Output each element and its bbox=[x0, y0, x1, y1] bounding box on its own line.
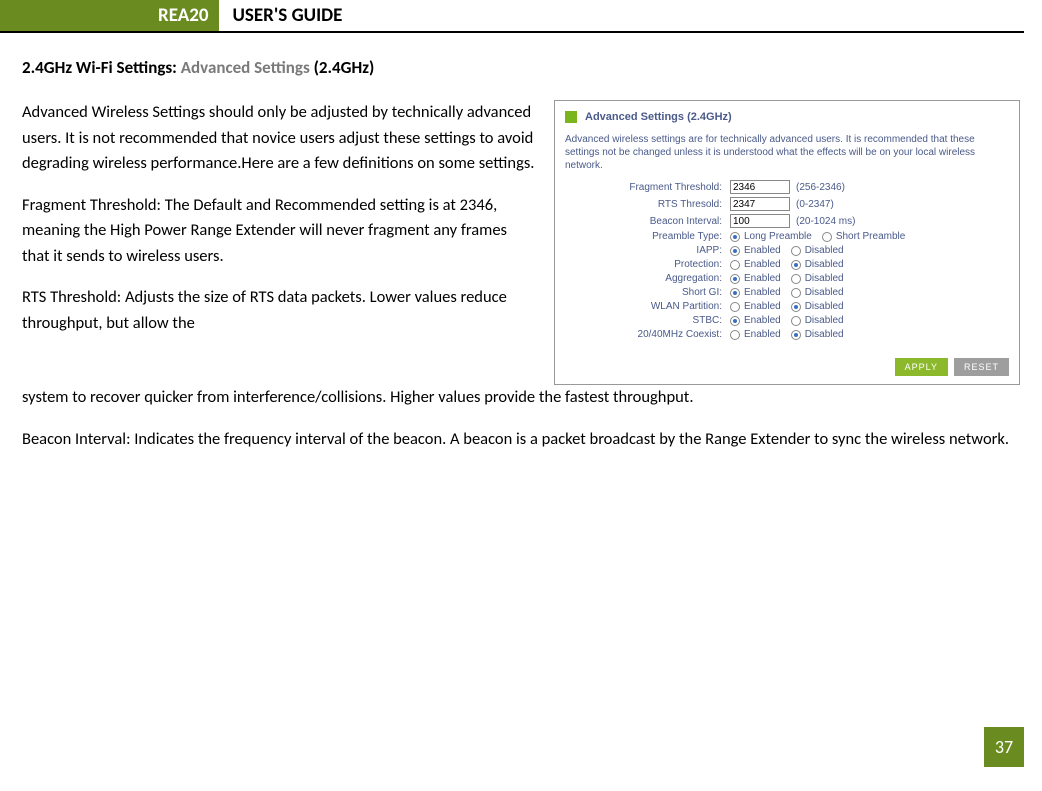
fragment-threshold-label: Fragment Threshold: bbox=[565, 182, 730, 193]
shortgi-enabled-text: Enabled bbox=[744, 287, 781, 298]
coexist-label: 20/40MHz Coexist: bbox=[565, 329, 730, 340]
protection-disabled-radio[interactable] bbox=[791, 260, 801, 270]
preamble-short-text: Short Preamble bbox=[836, 231, 905, 242]
iapp-disabled-text: Disabled bbox=[805, 245, 844, 256]
screenshot-description: Advanced wireless settings are for techn… bbox=[565, 133, 1009, 172]
stbc-label: STBC: bbox=[565, 315, 730, 326]
fragment-threshold-hint: (256-2346) bbox=[796, 182, 845, 193]
aggregation-enabled-radio[interactable] bbox=[730, 274, 740, 284]
paragraph-2: Fragment Threshold: The Default and Reco… bbox=[22, 193, 538, 270]
preamble-long-text: Long Preamble bbox=[744, 231, 812, 242]
protection-enabled-radio[interactable] bbox=[730, 260, 740, 270]
wlan-disabled-radio[interactable] bbox=[791, 302, 801, 312]
paragraph-3a: RTS Threshold: Adjusts the size of RTS d… bbox=[22, 285, 538, 336]
protection-disabled-text: Disabled bbox=[805, 259, 844, 270]
protection-label: Protection: bbox=[565, 259, 730, 270]
settings-form: Fragment Threshold: (256-2346) RTS Thres… bbox=[565, 180, 1009, 340]
preamble-type-label: Preamble Type: bbox=[565, 231, 730, 242]
coexist-enabled-radio[interactable] bbox=[730, 330, 740, 340]
section-suffix: (2.4GHz) bbox=[314, 57, 375, 78]
header-title: USER'S GUIDE bbox=[219, 0, 343, 31]
beacon-interval-hint: (20-1024 ms) bbox=[796, 216, 855, 227]
shortgi-disabled-text: Disabled bbox=[805, 287, 844, 298]
header-spacer bbox=[0, 0, 18, 31]
shortgi-enabled-radio[interactable] bbox=[730, 288, 740, 298]
stbc-disabled-radio[interactable] bbox=[791, 316, 801, 326]
section-heading: 2.4GHz Wi-Fi Settings: Advanced Settings… bbox=[22, 57, 1020, 78]
paragraph-1: Advanced Wireless Settings should only b… bbox=[22, 100, 538, 177]
header-badge: REA20 bbox=[18, 0, 219, 31]
beacon-interval-label: Beacon Interval: bbox=[565, 216, 730, 227]
wlan-enabled-text: Enabled bbox=[744, 301, 781, 312]
shortgi-label: Short GI: bbox=[565, 287, 730, 298]
title-swatch-icon bbox=[565, 111, 577, 123]
wlan-partition-label: WLAN Partition: bbox=[565, 301, 730, 312]
apply-button[interactable]: APPLY bbox=[895, 358, 948, 376]
coexist-disabled-text: Disabled bbox=[805, 329, 844, 340]
iapp-disabled-radio[interactable] bbox=[791, 246, 801, 256]
aggregation-disabled-text: Disabled bbox=[805, 273, 844, 284]
shortgi-disabled-radio[interactable] bbox=[791, 288, 801, 298]
iapp-enabled-text: Enabled bbox=[744, 245, 781, 256]
page-number: 37 bbox=[984, 727, 1024, 767]
rts-threshold-label: RTS Thresold: bbox=[565, 199, 730, 210]
coexist-enabled-text: Enabled bbox=[744, 329, 781, 340]
stbc-enabled-radio[interactable] bbox=[730, 316, 740, 326]
iapp-label: IAPP: bbox=[565, 245, 730, 256]
reset-button[interactable]: RESET bbox=[954, 358, 1009, 376]
aggregation-label: Aggregation: bbox=[565, 273, 730, 284]
protection-enabled-text: Enabled bbox=[744, 259, 781, 270]
fragment-threshold-input[interactable] bbox=[730, 180, 790, 194]
aggregation-enabled-text: Enabled bbox=[744, 273, 781, 284]
preamble-short-radio[interactable] bbox=[822, 232, 832, 242]
settings-screenshot: Advanced Settings (2.4GHz) Advanced wire… bbox=[554, 100, 1020, 385]
section-gray: Advanced Settings bbox=[181, 57, 314, 78]
paragraph-3b: system to recover quicker from interfere… bbox=[22, 385, 1020, 411]
stbc-enabled-text: Enabled bbox=[744, 315, 781, 326]
preamble-long-radio[interactable] bbox=[730, 232, 740, 242]
rts-threshold-hint: (0-2347) bbox=[796, 199, 834, 210]
coexist-disabled-radio[interactable] bbox=[791, 330, 801, 340]
wlan-enabled-radio[interactable] bbox=[730, 302, 740, 312]
aggregation-disabled-radio[interactable] bbox=[791, 274, 801, 284]
iapp-enabled-radio[interactable] bbox=[730, 246, 740, 256]
rts-threshold-input[interactable] bbox=[730, 197, 790, 211]
screenshot-title: Advanced Settings (2.4GHz) bbox=[585, 111, 732, 123]
section-prefix: 2.4GHz Wi-Fi Settings: bbox=[22, 57, 181, 78]
wlan-disabled-text: Disabled bbox=[805, 301, 844, 312]
stbc-disabled-text: Disabled bbox=[805, 315, 844, 326]
header-bar: REA20 USER'S GUIDE bbox=[0, 0, 1024, 33]
beacon-interval-input[interactable] bbox=[730, 214, 790, 228]
paragraph-4: Beacon Interval: Indicates the frequency… bbox=[22, 427, 1020, 453]
